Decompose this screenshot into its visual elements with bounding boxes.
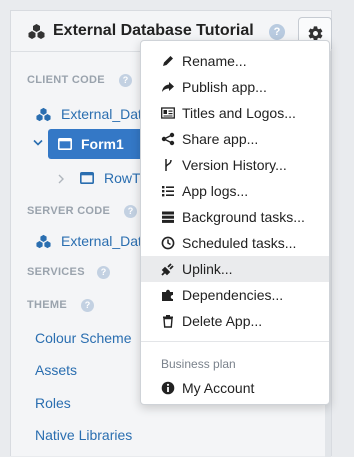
menu-item-titles-logos[interactable]: Titles and Logos... bbox=[141, 100, 329, 126]
theme-item-colour-scheme[interactable]: Colour Scheme bbox=[35, 330, 132, 346]
cubes-icon bbox=[28, 24, 45, 39]
menu-item-label: Background tasks... bbox=[182, 209, 305, 225]
plug-icon bbox=[161, 263, 174, 276]
client-code-heading: CLIENT CODE bbox=[27, 74, 105, 86]
client-code-help-icon[interactable]: ? bbox=[119, 74, 132, 87]
menu-item-label: Titles and Logos... bbox=[182, 105, 296, 121]
cubes-icon bbox=[36, 234, 51, 249]
menu-item-label: Share app... bbox=[182, 131, 259, 147]
menu-item-app-logs[interactable]: App logs... bbox=[141, 178, 329, 204]
tree-item-form1-label: Form1 bbox=[81, 136, 124, 152]
menu-item-label: Scheduled tasks... bbox=[182, 235, 297, 251]
services-help-icon[interactable]: ? bbox=[97, 266, 110, 279]
menu-item-dependencies[interactable]: Dependencies... bbox=[141, 282, 329, 308]
help-icon[interactable]: ? bbox=[269, 24, 285, 40]
menu-divider bbox=[141, 341, 329, 342]
menu-item-rename[interactable]: Rename... bbox=[141, 48, 329, 74]
puzzle-icon bbox=[162, 289, 173, 301]
app-title: External Database Tutorial bbox=[53, 22, 254, 39]
clock-icon bbox=[161, 236, 175, 250]
services-heading: SERVICES bbox=[27, 266, 85, 278]
menu-item-label: Rename... bbox=[182, 53, 247, 69]
id-card-icon bbox=[161, 107, 175, 119]
form-icon bbox=[80, 172, 94, 184]
menu-item-uplink[interactable]: Uplink... bbox=[141, 256, 329, 282]
theme-help-icon[interactable]: ? bbox=[81, 299, 94, 312]
app-settings-menu: Rename... Publish app... Titles and Logo… bbox=[140, 40, 330, 405]
menu-item-delete-app[interactable]: Delete App... bbox=[141, 308, 329, 334]
menu-item-scheduled-tasks[interactable]: Scheduled tasks... bbox=[141, 230, 329, 256]
menu-item-label: Version History... bbox=[182, 157, 287, 173]
list-icon bbox=[162, 186, 174, 197]
share-arrow-icon bbox=[162, 82, 174, 92]
chevron-right-icon[interactable] bbox=[58, 174, 64, 184]
menu-item-label: Publish app... bbox=[182, 79, 267, 95]
form-icon bbox=[58, 138, 72, 150]
info-circle-icon bbox=[161, 381, 175, 395]
menu-item-my-account[interactable]: My Account bbox=[141, 375, 329, 401]
server-code-help-icon[interactable]: ? bbox=[124, 205, 137, 218]
client-module-label: External_Dat bbox=[61, 106, 142, 122]
menu-item-label: App logs... bbox=[182, 183, 249, 199]
menu-item-label: Delete App... bbox=[182, 313, 263, 329]
menu-section-label: Business plan bbox=[161, 357, 236, 371]
trash-icon bbox=[163, 315, 173, 328]
cubes-icon bbox=[36, 107, 51, 122]
tree-item-rowt-label: RowT bbox=[104, 170, 141, 186]
menu-item-label: My Account bbox=[182, 380, 255, 396]
menu-item-publish[interactable]: Publish app... bbox=[141, 74, 329, 100]
chevron-down-icon[interactable] bbox=[33, 139, 43, 147]
theme-heading: THEME bbox=[27, 299, 67, 311]
theme-item-assets[interactable]: Assets bbox=[35, 362, 77, 378]
menu-item-label: Dependencies... bbox=[182, 287, 284, 303]
code-fork-icon bbox=[165, 159, 172, 171]
share-nodes-icon bbox=[161, 132, 175, 146]
tasks-icon bbox=[162, 211, 174, 223]
server-module-label: External_Dat bbox=[61, 233, 142, 249]
theme-item-roles[interactable]: Roles bbox=[35, 395, 71, 411]
theme-item-native-libraries[interactable]: Native Libraries bbox=[35, 427, 132, 443]
server-code-heading: SERVER CODE bbox=[27, 205, 111, 217]
menu-item-label: Uplink... bbox=[182, 261, 233, 277]
pencil-icon bbox=[163, 56, 173, 66]
menu-item-share[interactable]: Share app... bbox=[141, 126, 329, 152]
menu-item-version-history[interactable]: Version History... bbox=[141, 152, 329, 178]
menu-item-background-tasks[interactable]: Background tasks... bbox=[141, 204, 329, 230]
